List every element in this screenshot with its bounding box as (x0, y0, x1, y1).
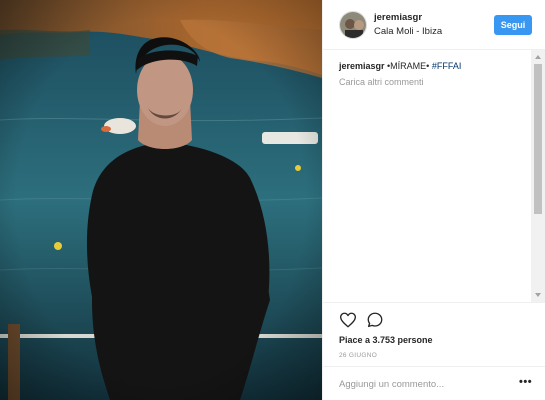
post-photo[interactable] (0, 0, 322, 400)
caption-text: •MÍRAME• (384, 61, 432, 71)
add-comment-bar: ••• (323, 366, 545, 400)
comments-scrollbar[interactable] (531, 50, 545, 302)
post-username[interactable]: jeremiasgr (374, 12, 422, 23)
follow-button[interactable]: Segui (494, 15, 532, 35)
heart-outline-icon[interactable] (339, 311, 357, 329)
load-more-comments-link[interactable]: Carica altri commenti (339, 77, 424, 87)
comment-input[interactable] (339, 375, 509, 393)
post-details-panel: jeremiasgr Cala Moli - Ibiza Segui jerem… (322, 0, 545, 400)
post-header: jeremiasgr Cala Moli - Ibiza Segui (323, 0, 545, 50)
avatar[interactable] (339, 11, 367, 39)
likes-count[interactable]: Piace a 3.753 persone (339, 335, 433, 345)
post-location[interactable]: Cala Moli - Ibiza (374, 26, 442, 37)
avatar-image (340, 12, 366, 38)
more-options-icon[interactable]: ••• (519, 376, 532, 388)
post-actions: Piace a 3.753 persone 26 GIUGNO (323, 302, 545, 366)
scroll-up-arrow-icon[interactable] (535, 55, 541, 59)
comments-section: jeremiasgr •MÍRAME• #FFFAI Carica altri … (323, 50, 531, 302)
scroll-down-arrow-icon[interactable] (535, 293, 541, 297)
caption-hashtag[interactable]: #FFFAI (432, 61, 462, 71)
caption-username[interactable]: jeremiasgr (339, 61, 385, 71)
scroll-thumb[interactable] (534, 64, 542, 214)
post-date: 26 GIUGNO (339, 352, 378, 359)
speech-bubble-outline-icon[interactable] (366, 311, 384, 329)
post-caption: jeremiasgr •MÍRAME• #FFFAI (339, 61, 461, 71)
photo-illustration (0, 0, 322, 400)
